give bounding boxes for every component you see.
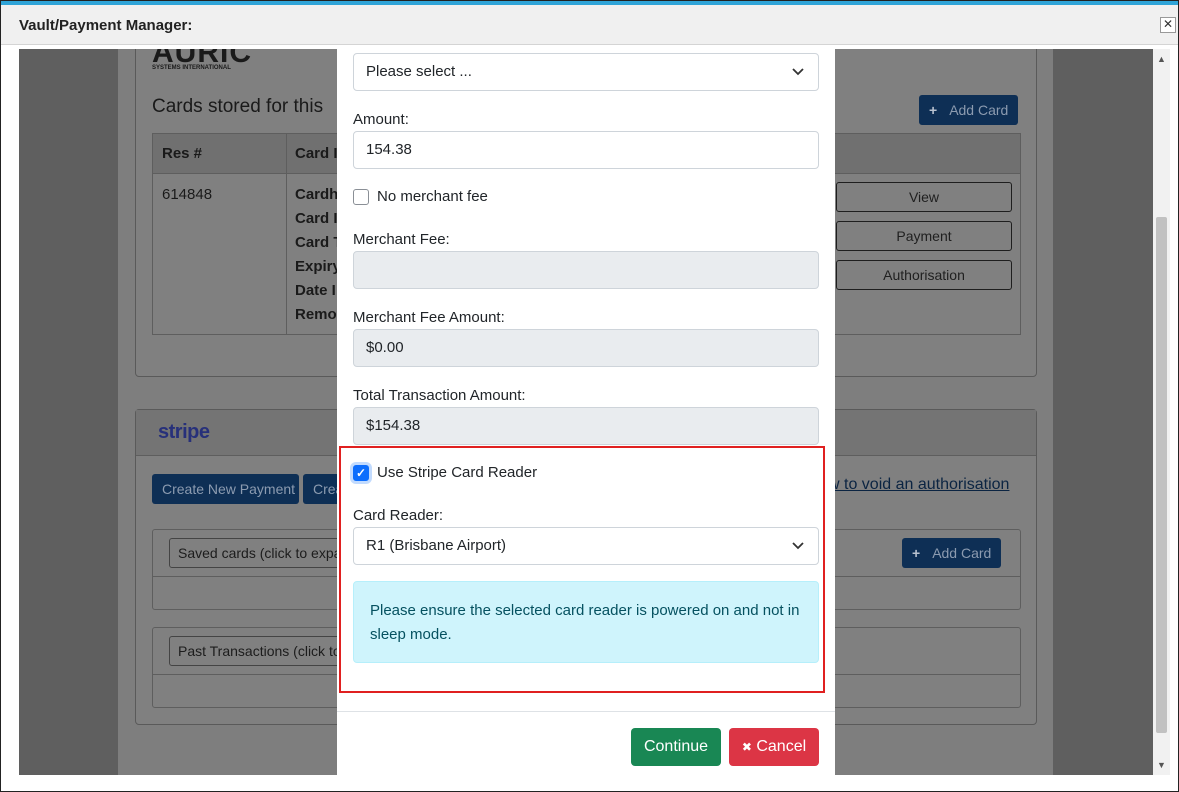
table-header-res: Res # [162,145,203,162]
scrollbar-thumb[interactable] [1156,217,1167,733]
add-card-button-stripe[interactable]: + Add Card [902,538,1002,568]
auric-logo-subtitle: SYSTEMS INTERNATIONAL [152,65,231,71]
table-cell-field: Card T [295,234,343,251]
create-new-payment-button[interactable]: Create New Payment [152,474,299,504]
table-cell-res: 614848 [162,186,213,203]
add-card-button[interactable]: + Add Card [919,95,1019,125]
card-reader-value: R1 (Brisbane Airport) [366,537,507,554]
merchant-fee-label: Merchant Fee: [353,231,450,248]
saved-cards-input[interactable]: Saved cards (click to expa [169,538,349,568]
plus-icon: + [929,102,938,118]
app-window: Vault/Payment Manager: ✕ AURIC SYSTEMS I… [0,0,1179,792]
past-transactions-input[interactable]: Past Transactions (click to [169,636,349,666]
table-header-card: Card I [295,145,338,162]
payment-type-select[interactable]: Please select ... [353,53,819,91]
card-reader-alert: Please ensure the selected card reader i… [353,581,819,663]
no-merchant-fee-label: No merchant fee [377,188,488,205]
merchant-fee-amount-input[interactable]: $0.00 [353,329,819,367]
authorisation-button[interactable]: Authorisation [836,260,1012,290]
amount-input[interactable]: 154.38 [353,131,819,169]
plus-icon: + [912,545,921,561]
merchant-fee-input[interactable] [353,251,819,289]
payment-modal: Please select ... Amount: 154.38 No merc… [337,49,835,775]
cancel-label: Cancel [756,738,807,755]
chevron-down-icon [792,54,804,103]
amount-label: Amount: [353,111,409,128]
cancel-x-icon: ✖ [741,740,752,754]
table-divider [286,134,287,334]
no-merchant-fee-checkbox[interactable] [353,189,369,205]
table-cell-field: Remo [295,306,337,323]
cards-stored-heading: Cards stored for this [152,96,324,117]
table-cell-field: Cardh [295,186,339,203]
continue-button[interactable]: Continue [631,728,721,766]
chevron-down-icon [792,528,804,577]
use-stripe-reader-label: Use Stripe Card Reader [377,464,538,481]
modal-footer-divider [337,711,835,712]
card-reader-label: Card Reader: [353,507,444,524]
window-titlebar: Vault/Payment Manager: ✕ [1,5,1178,45]
payment-type-value: Please select ... [366,63,472,80]
scroll-down-arrow-icon[interactable]: ▼ [1153,757,1170,773]
view-button[interactable]: View [836,182,1012,212]
use-stripe-reader-checkbox[interactable]: ✓ [353,465,369,481]
payment-button[interactable]: Payment [836,221,1012,251]
close-icon[interactable]: ✕ [1160,17,1176,33]
add-card-label: Add Card [949,102,1009,118]
void-authorisation-link[interactable]: w to void an authorisation [828,476,1009,494]
window-title: Vault/Payment Manager: [19,17,193,34]
window-bottom-edge [1,775,1178,791]
add-card-label: Add Card [932,545,992,561]
page-scrollbar[interactable]: ▲ ▼ [1153,49,1170,775]
cancel-button[interactable]: ✖ Cancel [729,728,819,766]
table-cell-field: Date I [295,282,336,299]
scroll-up-arrow-icon[interactable]: ▲ [1153,51,1170,67]
total-transaction-label: Total Transaction Amount: [353,387,526,404]
table-cell-field: Card I [295,210,338,227]
stripe-logo: stripe [158,421,210,443]
table-cell-field: Expiry [295,258,341,275]
merchant-fee-amount-label: Merchant Fee Amount: [353,309,505,326]
total-transaction-input[interactable]: $154.38 [353,407,819,445]
card-reader-select[interactable]: R1 (Brisbane Airport) [353,527,819,565]
